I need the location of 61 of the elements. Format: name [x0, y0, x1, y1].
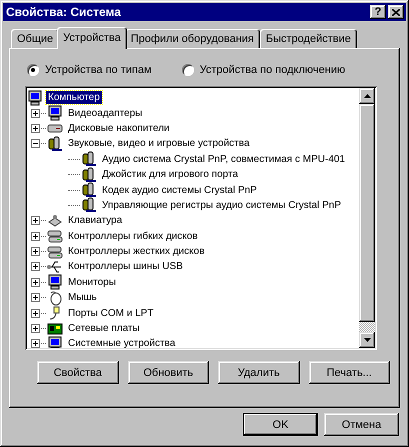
action-button[interactable]: Свойства	[37, 361, 118, 384]
drive-icon	[47, 228, 63, 244]
device-tree-item[interactable]: Мониторы	[66, 276, 118, 289]
monitor-icon	[47, 274, 63, 290]
drive-icon	[47, 244, 63, 260]
down-arrow-icon	[364, 338, 370, 342]
tab[interactable]: Устройства	[57, 27, 127, 49]
up-arrow-icon	[364, 94, 370, 98]
expand-icon[interactable]	[31, 324, 40, 334]
device-tree-item[interactable]: Звуковые, видео и игровые устройства	[66, 137, 252, 150]
expand-icon[interactable]	[31, 339, 40, 348]
radio-label[interactable]: Устройства по типам	[45, 64, 152, 76]
radio-button[interactable]	[27, 64, 39, 76]
speaker-icon	[81, 197, 97, 214]
tab[interactable]: Общие	[11, 29, 60, 48]
dialog-button[interactable]: OK	[243, 413, 318, 436]
expand-icon[interactable]	[31, 108, 40, 118]
device-tree-item[interactable]: Мышь	[66, 291, 99, 304]
radio-button[interactable]	[182, 64, 194, 76]
device-tree-item[interactable]: Порты COM и LPT	[66, 306, 156, 320]
monitor-icon	[27, 90, 43, 106]
radio-label[interactable]: Устройства по подключению	[200, 64, 346, 76]
window-title: Свойства: Система	[6, 5, 122, 19]
monitor-icon	[47, 105, 63, 122]
network-card-icon	[47, 320, 63, 337]
device-tree-item[interactable]: Управляющие регистры аудио системы Crystal PnP	[100, 198, 344, 212]
device-tree-item[interactable]: Джойстик для игрового порта	[100, 168, 240, 182]
collapse-icon[interactable]	[31, 139, 40, 148]
speaker-icon	[81, 166, 97, 183]
device-tree-item[interactable]: Контроллеры жестких дисков	[66, 245, 207, 258]
device-tree-item[interactable]: Контроллеры гибких дисков	[66, 230, 200, 243]
action-button[interactable]: Удалить	[218, 361, 300, 384]
expand-icon[interactable]	[31, 262, 40, 272]
help-button[interactable]: ?	[370, 5, 386, 19]
action-button[interactable]: Обновить	[128, 361, 209, 384]
speaker-icon	[81, 151, 97, 168]
speaker-icon	[47, 136, 63, 152]
close-icon	[392, 8, 400, 16]
expand-icon[interactable]	[31, 232, 40, 241]
monitor-icon	[47, 336, 63, 348]
device-tree-item[interactable]: Кодек аудио системы Crystal PnP	[100, 184, 259, 197]
expand-icon[interactable]	[31, 308, 40, 318]
expand-icon[interactable]	[31, 247, 40, 256]
device-tree-item[interactable]: Сетевые платы	[66, 322, 142, 336]
action-button[interactable]: Печать...	[308, 361, 390, 384]
speaker-icon	[81, 182, 97, 198]
expand-icon[interactable]	[31, 293, 40, 302]
tab[interactable]: Быстродействие	[260, 29, 357, 48]
device-tree-item[interactable]: Контроллеры шины USB	[66, 260, 185, 274]
device-tree-item[interactable]: Клавиатура	[66, 214, 124, 228]
device-tree-item[interactable]: Видеоадаптеры	[66, 106, 144, 120]
dialog-button[interactable]: Отмена	[324, 413, 399, 436]
expand-icon[interactable]	[31, 124, 40, 133]
device-tree-item[interactable]: Компьютер	[46, 91, 102, 104]
device-tree-item[interactable]: Дисковые накопители	[66, 122, 172, 135]
scrollbar[interactable]	[359, 88, 375, 348]
close-button[interactable]	[388, 5, 404, 19]
expand-icon[interactable]	[31, 216, 40, 226]
tab[interactable]: Профили оборудования	[124, 29, 260, 48]
expand-icon[interactable]	[31, 278, 40, 287]
device-tree-item[interactable]: Аудио система Crystal PnP, совместимая с MPU-401	[100, 152, 347, 166]
